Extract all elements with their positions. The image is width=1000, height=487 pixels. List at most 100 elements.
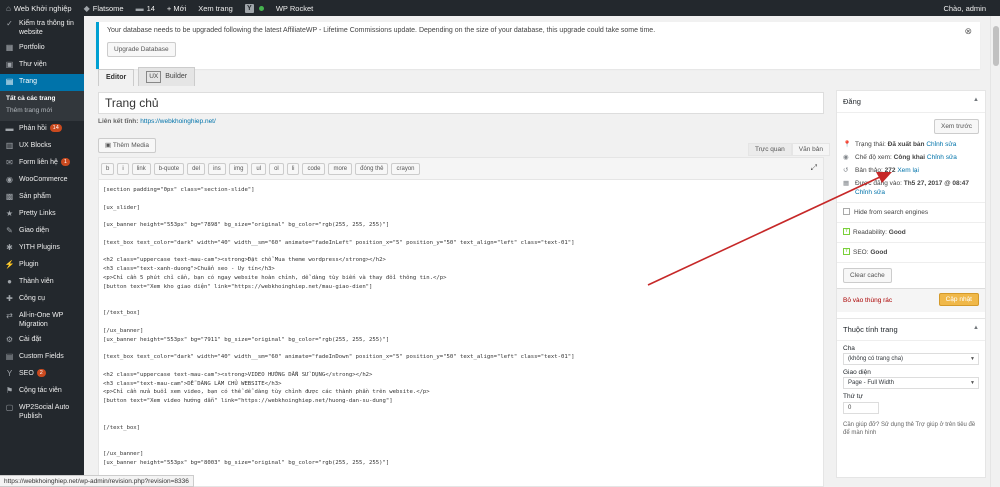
code-editor[interactable]: b i link b-quote del ins img ul ol li co…: [98, 157, 824, 487]
sidebar-item-pretty-links[interactable]: ★ Pretty Links: [0, 206, 84, 223]
tab-ux-builder[interactable]: UX Builder: [138, 67, 196, 86]
visibility-row: ◉ Chế độ xem: Công khai Chỉnh sửa: [843, 154, 957, 161]
sidebar-item-woocommerce[interactable]: ◉ WooCommerce: [0, 172, 84, 189]
tab-text[interactable]: Văn bản: [791, 143, 830, 156]
sidebar-item-wp2social[interactable]: ▢ WP2Social Auto Publish: [0, 400, 84, 424]
qt-italic[interactable]: i: [117, 162, 129, 175]
sidebar-item-products[interactable]: ▩ Sản phẩm: [0, 189, 84, 206]
readability-row: Y Readability: Good: [843, 228, 906, 236]
sidebar-item-media[interactable]: ▣ Thư viện: [0, 57, 84, 74]
seo-row: Y SEO: Good: [843, 248, 888, 256]
history-icon: ↺: [843, 167, 849, 174]
toggle-arrow-icon[interactable]: ▲: [973, 97, 979, 103]
clear-cache-button[interactable]: Clear cache: [843, 268, 892, 283]
qt-li[interactable]: li: [286, 162, 300, 175]
qt-ol[interactable]: ol: [269, 162, 284, 175]
adminbar-rocket[interactable]: WP Rocket: [270, 0, 319, 16]
toggle-arrow-icon[interactable]: ▲: [973, 325, 979, 331]
adminbar-account[interactable]: Chào, admin: [937, 0, 1000, 16]
template-select[interactable]: Page - Full Width ▼: [843, 377, 979, 389]
publish-box-title[interactable]: Đăng ▲: [837, 91, 985, 113]
qt-ins[interactable]: ins: [208, 162, 226, 175]
scrollbar-thumb[interactable]: [993, 26, 999, 66]
qt-more[interactable]: more: [328, 162, 353, 175]
migration-icon: ⇄: [6, 311, 13, 320]
sidebar-item-users[interactable]: ● Thành viên: [0, 274, 84, 291]
adminbar-site[interactable]: ⌂ Web Khởi nghiệp: [0, 0, 78, 16]
form-count-badge: 1: [60, 158, 70, 166]
sidebar-item-pages[interactable]: ▤ Trang: [0, 74, 84, 91]
qt-ul[interactable]: ul: [251, 162, 267, 175]
blocks-icon: ▥: [5, 141, 14, 150]
edit-visibility-link[interactable]: Chỉnh sửa: [927, 154, 957, 161]
hide-search-row[interactable]: Hide from search engines: [837, 206, 985, 219]
sidebar-item-plugins[interactable]: ⚡ Plugin: [0, 257, 84, 274]
revisions-row: ↺ Bản thảo: 272 Xem lại: [843, 167, 919, 174]
chevron-down-icon: ▼: [970, 380, 975, 386]
order-input[interactable]: 0: [843, 402, 879, 414]
order-label: Thứ tự: [843, 393, 863, 400]
sidebar-item-affiliates[interactable]: ⚑ Cộng tác viên: [0, 383, 84, 400]
settings-icon: ⚙: [5, 335, 14, 344]
publish-actions: Bỏ vào thùng rác Cập nhật: [837, 288, 985, 312]
qt-del[interactable]: del: [187, 162, 206, 175]
sidebar-item-contact-form[interactable]: ✉ Form liên hệ 1: [0, 155, 84, 172]
update-button[interactable]: Cập nhật: [938, 293, 979, 306]
media-icon: ▣: [5, 60, 14, 69]
qt-close-tags[interactable]: đóng thẻ: [355, 162, 389, 175]
qt-link[interactable]: link: [131, 162, 151, 175]
adminbar-new[interactable]: + Mới: [161, 0, 192, 16]
adminbar-view[interactable]: Xem trang: [192, 0, 239, 16]
yoast-icon: Y: [244, 3, 254, 13]
hide-search-checkbox[interactable]: [843, 208, 850, 215]
sidebar-item-custom-fields[interactable]: ▤ Custom Fields: [0, 349, 84, 366]
dismiss-notice-icon[interactable]: ⊗: [964, 26, 972, 37]
adminbar-theme[interactable]: ◆ Flatsome: [78, 0, 130, 16]
sidebar-item-portfolio[interactable]: ▦ Portfolio: [0, 40, 84, 57]
media-icon: ▣: [105, 142, 113, 149]
parent-select[interactable]: (không có trang cha) ▼: [843, 353, 979, 365]
sidebar-item-appearance[interactable]: ✎ Giao diện: [0, 223, 84, 240]
permalink-link[interactable]: https://webkhoinghiep.net/: [140, 118, 216, 125]
adminbar-yoast[interactable]: Y: [239, 0, 270, 16]
social-icon: ▢: [5, 403, 14, 412]
submenu-all-pages[interactable]: Tất cả các trang: [0, 93, 84, 105]
qt-crayon[interactable]: crayon: [391, 162, 420, 175]
sidebar-item-site-check[interactable]: ✓ Kiểm tra thông tin website: [0, 16, 84, 40]
comment-icon: ▬: [5, 124, 14, 133]
ux-icon: UX: [146, 71, 162, 83]
sidebar-item-migration[interactable]: ⇄ All-in-One WP Migration: [0, 308, 84, 332]
move-to-trash-link[interactable]: Bỏ vào thùng rác: [843, 297, 892, 304]
qt-img[interactable]: img: [228, 162, 249, 175]
theme-icon: ◆: [83, 3, 90, 13]
admin-bar: ⌂ Web Khởi nghiệp ◆ Flatsome ▬ 14 + Mới Xem…: [0, 0, 1000, 16]
adminbar-comments[interactable]: ▬ 14: [130, 0, 161, 16]
sidebar-item-seo[interactable]: Y SEO 2: [0, 366, 84, 383]
qt-bold[interactable]: b: [101, 162, 115, 175]
qt-blockquote[interactable]: b-quote: [153, 162, 185, 175]
upgrade-database-button[interactable]: Upgrade Database: [107, 42, 176, 57]
preview-button[interactable]: Xem trước: [933, 119, 979, 134]
browse-revisions-link[interactable]: Xem lại: [897, 167, 919, 174]
publish-box: Đăng ▲ Xem trước 📍 Trạng thái: Đã xuất bản…: [836, 90, 986, 320]
sidebar-item-settings[interactable]: ⚙ Cài đặt: [0, 332, 84, 349]
tab-visual[interactable]: Trực quan: [748, 143, 792, 156]
submenu-add-page[interactable]: Thêm trang mới: [0, 105, 84, 117]
admin-sidebar: ✓ Kiểm tra thông tin website ▦ Portfolio ▣…: [0, 16, 84, 487]
sidebar-item-tools[interactable]: ✚ Công cụ: [0, 291, 84, 308]
page-scrollbar[interactable]: [990, 16, 1000, 487]
add-media-button[interactable]: ▣ Thêm Media: [98, 138, 156, 153]
post-title-input[interactable]: Trang chủ: [98, 92, 824, 114]
sidebar-item-comments[interactable]: ▬ Phản hồi 14: [0, 121, 84, 138]
home-icon: ⌂: [6, 3, 11, 13]
edit-date-link[interactable]: Chỉnh sửa: [855, 189, 885, 196]
page-attributes-title[interactable]: Thuộc tính trang ▲: [837, 319, 985, 341]
qt-code[interactable]: code: [302, 162, 326, 175]
shortcode-content[interactable]: [section padding="0px" class="section-sl…: [99, 180, 823, 474]
sidebar-item-yith[interactable]: ✱ YITH Plugins: [0, 240, 84, 257]
fullscreen-expand-icon[interactable]: ⤢: [811, 163, 817, 173]
sidebar-item-ux-blocks[interactable]: ▥ UX Blocks: [0, 138, 84, 155]
upgrade-notice: Your database needs to be upgraded follo…: [96, 22, 980, 69]
tab-editor[interactable]: Editor: [98, 69, 135, 86]
edit-status-link[interactable]: Chỉnh sửa: [926, 141, 956, 148]
